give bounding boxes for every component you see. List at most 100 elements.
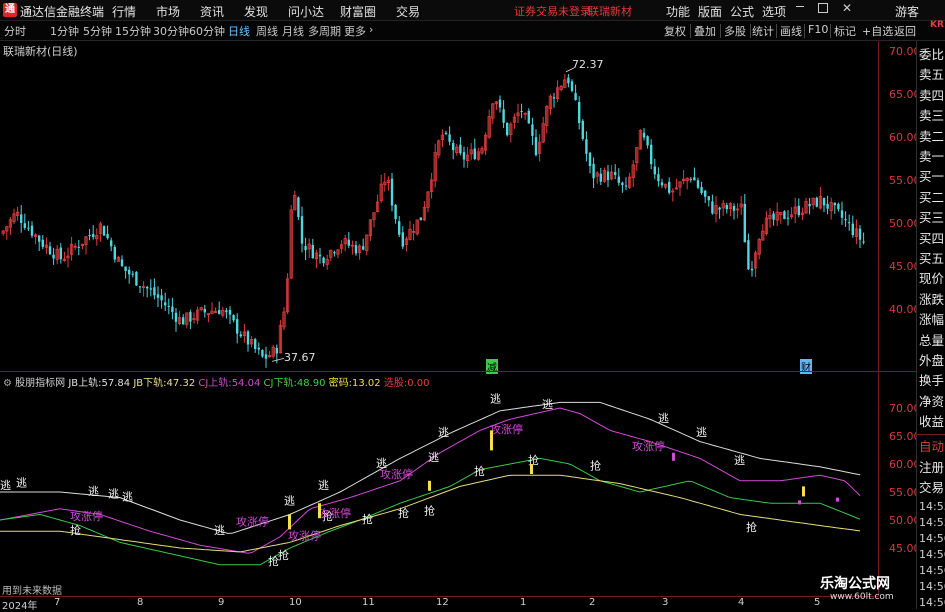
gear-icon[interactable]: ⚙ <box>3 378 12 389</box>
period-toolbar: 分时 1分钟 5分钟 15分钟 30分钟 60分钟 日线 周线 月线 多周期 更… <box>0 21 945 41</box>
candle-body <box>171 306 174 313</box>
candle-body <box>156 294 160 298</box>
period-tab[interactable]: 30分钟 <box>153 23 189 39</box>
period-tab-more[interactable]: 更多 <box>344 23 366 39</box>
candle-body <box>189 312 192 322</box>
period-tab[interactable]: 分时 <box>4 23 26 39</box>
tick-time: 14:56 <box>919 532 945 545</box>
period-tab[interactable]: 多周期 <box>308 23 341 39</box>
menu-function[interactable]: 功能 <box>666 3 690 20</box>
menu-wealth[interactable]: 财富圈 <box>340 3 376 20</box>
escape-tag: 逃 <box>88 485 99 498</box>
register-button[interactable]: 注册 <box>919 458 945 478</box>
trade-button[interactable]: 交易 <box>919 478 945 498</box>
candle-body <box>228 309 232 315</box>
menu-layout[interactable]: 版面 <box>698 3 722 20</box>
menu-ask[interactable]: 问小达 <box>288 3 324 20</box>
toolbar-button[interactable]: 返回 <box>894 23 916 39</box>
candle-body <box>822 197 826 206</box>
tick-time: 14:56 <box>919 580 945 593</box>
signal-bar <box>318 503 321 519</box>
period-tab[interactable]: 15分钟 <box>115 23 151 39</box>
toolbar-button[interactable]: 标记 <box>834 23 856 39</box>
side-item: 卖五 <box>919 67 945 82</box>
period-tab[interactable]: 5分钟 <box>83 23 112 39</box>
indicator-name[interactable]: 股朋指标网 <box>15 378 65 389</box>
escape-tag: 逃 <box>438 426 449 439</box>
candle-body <box>246 331 250 345</box>
toolbar-button[interactable]: +自选 <box>862 23 893 39</box>
price-chart[interactable]: 联瑞新材(日线) 72.37 37.67 减 财 <box>0 41 878 374</box>
stock-name: 联瑞新材 <box>588 5 632 18</box>
toolbar-button[interactable]: F10 <box>808 23 828 36</box>
candle-body <box>711 201 714 214</box>
indicator-chart[interactable]: 逃逃逃逃逃逃逃逃逃逃逃逃逃逃逃逃抢抢抢抢抢抢抢抢抢抢抢攻涨停 攻涨停 攻涨停 攻涨停攻… <box>0 373 878 597</box>
attack-tag: 攻涨停 <box>380 467 413 481</box>
period-tab[interactable]: 周线 <box>256 23 278 39</box>
candle-body <box>275 347 278 354</box>
candle-body <box>700 186 703 193</box>
candle-body <box>225 310 228 313</box>
toolbar-button[interactable]: 多股 <box>724 23 746 39</box>
cj-down-value: 48.90 <box>296 378 326 389</box>
candle-body <box>106 233 109 239</box>
app-logo-icon: 通 <box>3 3 17 17</box>
candle-body <box>534 137 538 156</box>
period-tab[interactable]: 月线 <box>282 23 304 39</box>
code-label: 密码: <box>328 378 353 389</box>
toolbar-button[interactable]: 统计 <box>752 23 774 39</box>
date-label: 2 <box>589 597 596 608</box>
period-tab[interactable]: 60分钟 <box>189 23 225 39</box>
cj-upper-line <box>0 407 861 554</box>
candle-body <box>398 221 401 235</box>
candle-body <box>743 203 746 243</box>
candle-body <box>599 173 602 182</box>
minimize-icon[interactable] <box>796 6 804 7</box>
candle-body <box>552 97 556 99</box>
candle-body <box>732 205 736 211</box>
menu-news[interactable]: 资讯 <box>200 3 224 20</box>
escape-tag: 逃 <box>16 476 27 489</box>
candle-body <box>653 166 656 175</box>
period-tab-active[interactable]: 日线 <box>228 23 250 39</box>
toolbar-button[interactable]: 叠加 <box>694 23 716 39</box>
toolbar-button[interactable]: 复权 <box>664 23 686 39</box>
candle-body <box>786 217 790 219</box>
tick-time: 14:56 <box>919 548 945 561</box>
menu-discover[interactable]: 发现 <box>244 3 268 20</box>
candle-body <box>419 217 422 221</box>
menu-formula[interactable]: 公式 <box>730 3 754 20</box>
jb-up-value: 57.84 <box>101 378 131 389</box>
escape-tag: 逃 <box>0 479 11 492</box>
menu-options[interactable]: 选项 <box>762 3 786 20</box>
candle-body <box>527 110 530 124</box>
indicator-chart-svg[interactable]: 逃逃逃逃逃逃逃逃逃 逃逃逃 逃逃逃逃抢抢 抢抢抢抢抢抢抢 抢抢攻涨停 攻涨停攻涨停攻涨停攻… <box>0 373 878 595</box>
candle-body <box>264 354 268 359</box>
candle-body <box>113 247 116 260</box>
period-tab[interactable]: 1分钟 <box>50 23 79 39</box>
candle-body <box>459 144 462 154</box>
toolbar-divider <box>720 24 721 38</box>
chevron-right-icon[interactable]: › <box>369 23 373 36</box>
candle-body <box>88 235 91 237</box>
price-chart-svg[interactable] <box>0 41 878 371</box>
login-warning[interactable]: 证券交易未登录 <box>514 3 591 19</box>
guest-label[interactable]: 游客 <box>895 3 919 20</box>
candle-body <box>261 350 264 357</box>
candle-body <box>578 101 581 123</box>
signal-bar <box>530 464 533 474</box>
menu-quotes[interactable]: 行情 <box>112 3 136 20</box>
close-icon[interactable]: ✕ <box>842 1 852 15</box>
menu-trade[interactable]: 交易 <box>396 3 420 20</box>
side-item: 买二 <box>919 190 945 205</box>
escape-tag: 逃 <box>490 392 501 405</box>
candle-body <box>844 219 847 221</box>
toolbar-divider <box>776 24 777 38</box>
escape-tag: 逃 <box>428 451 439 464</box>
candle-body <box>300 216 304 244</box>
toolbar-button[interactable]: 画线 <box>780 23 802 39</box>
auto-button[interactable]: 自动 <box>919 437 945 457</box>
maximize-icon[interactable] <box>818 3 828 13</box>
candle-body <box>848 222 851 224</box>
menu-market[interactable]: 市场 <box>156 3 180 20</box>
